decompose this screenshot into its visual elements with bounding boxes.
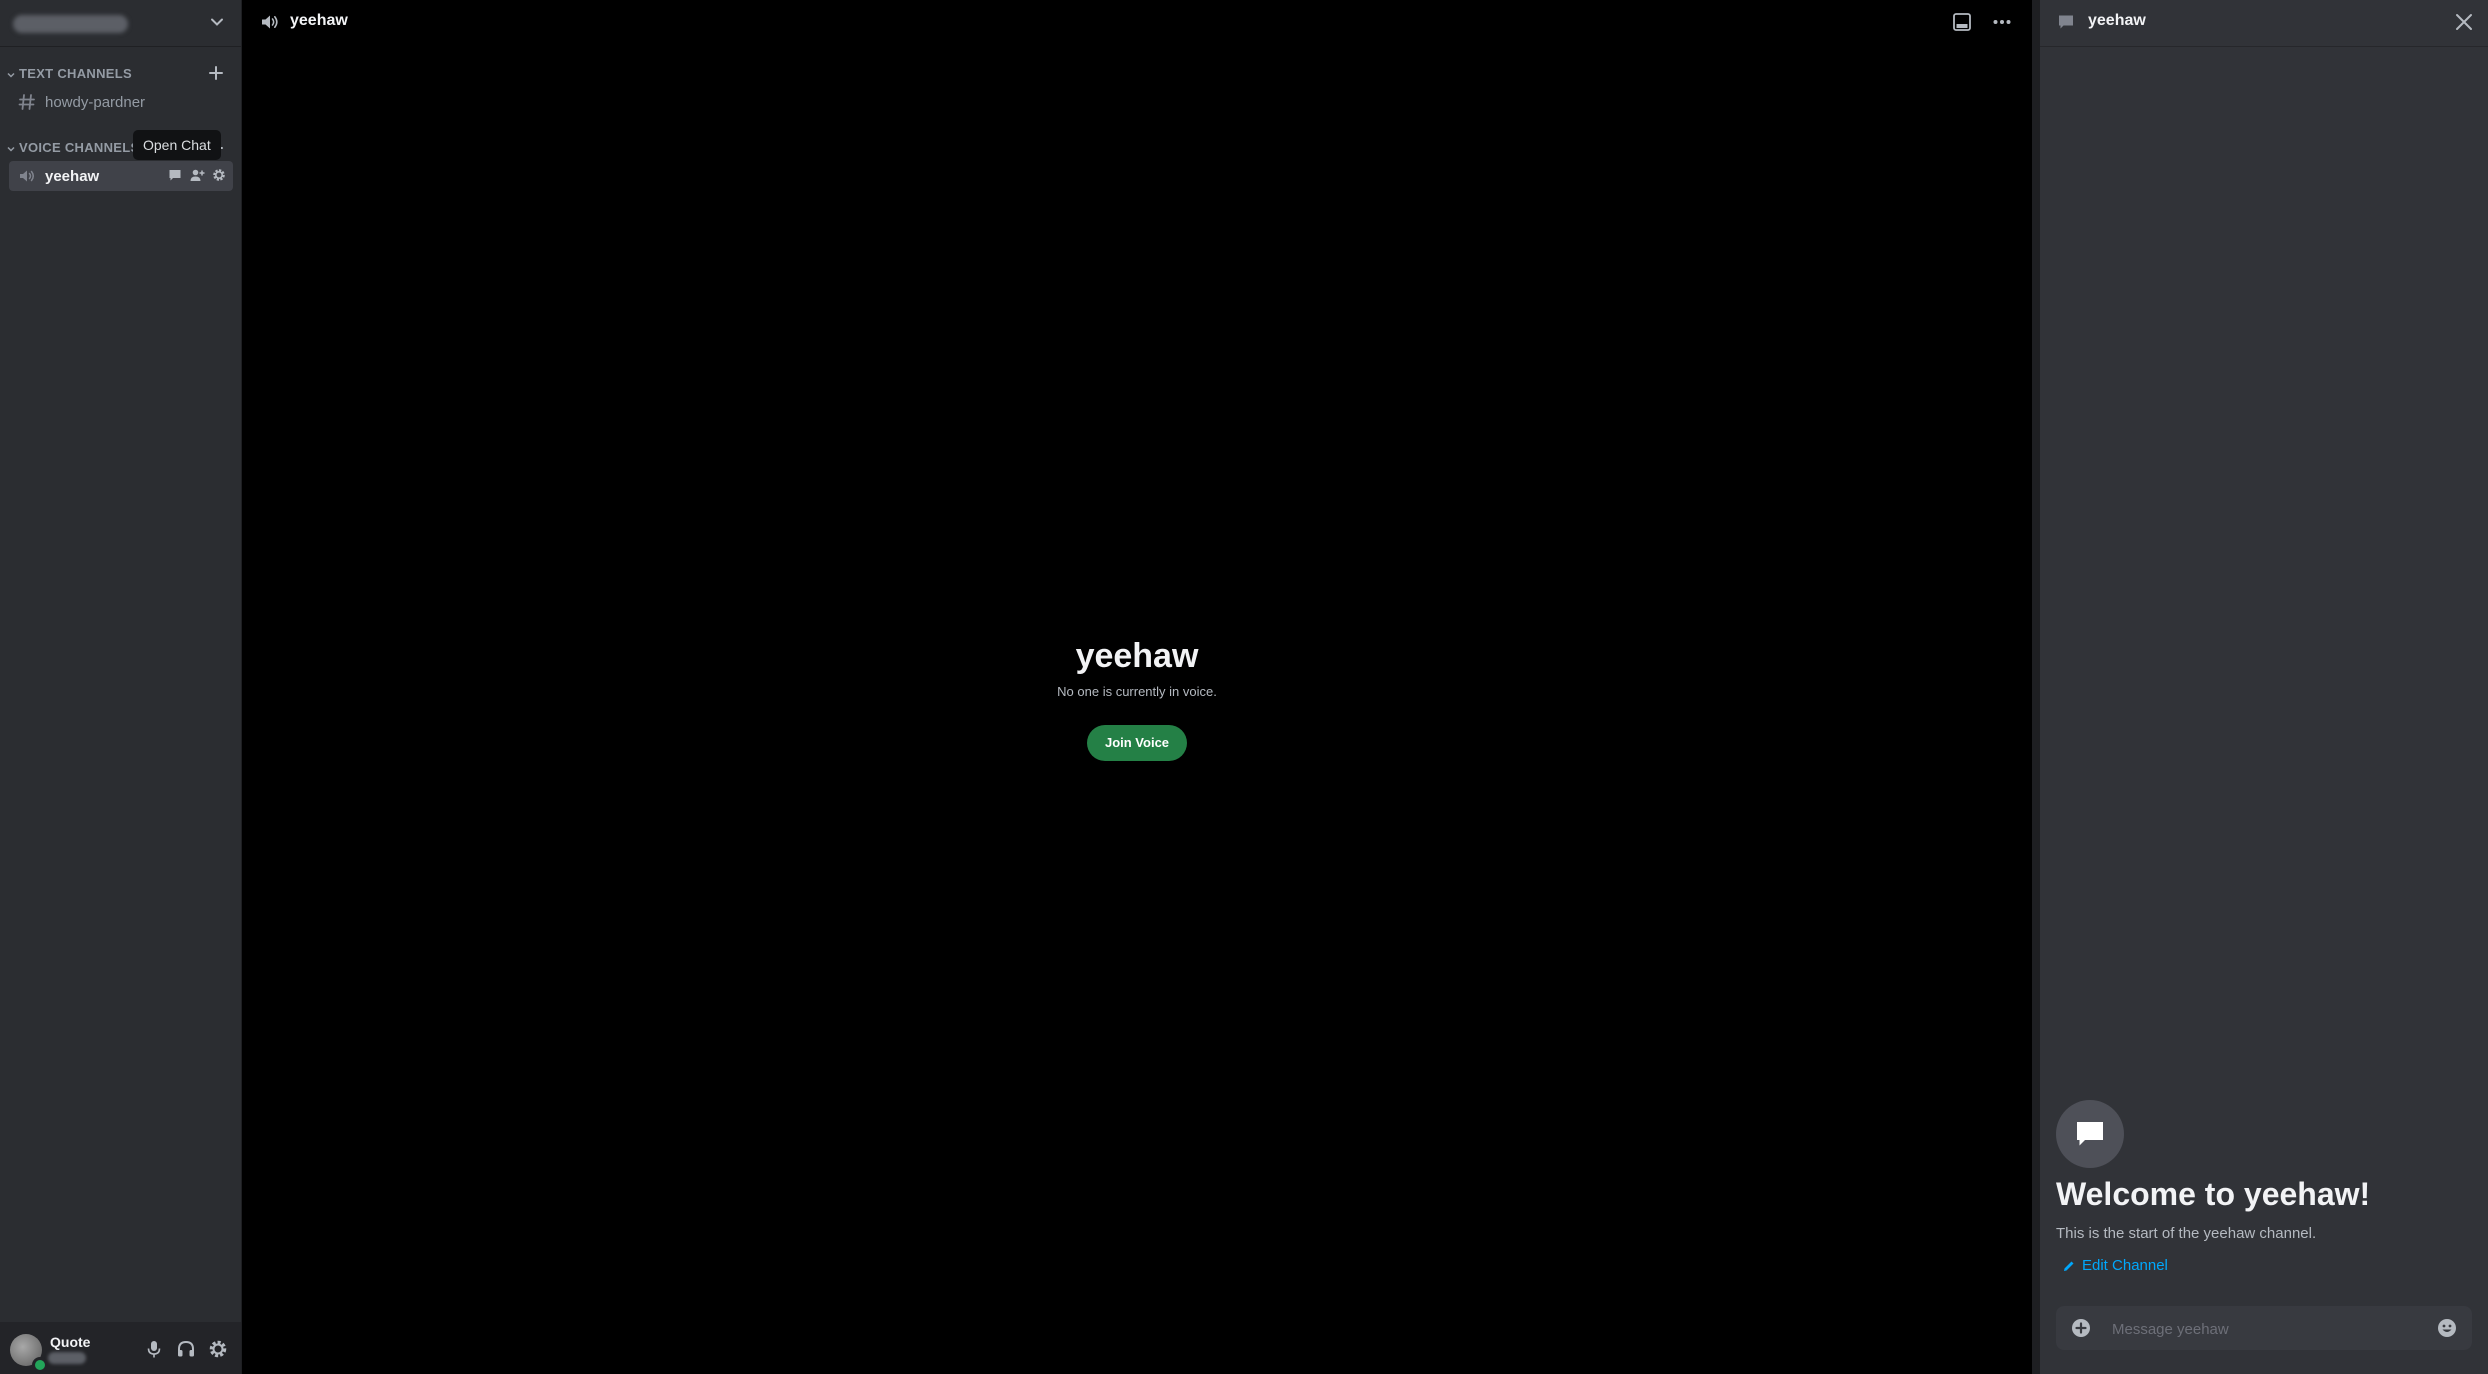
headphones-icon[interactable] [175,1338,197,1360]
chat-icon [2056,12,2076,32]
status-indicator [32,1357,48,1373]
welcome-subtitle: This is the start of the yeehaw channel. [2056,1225,2317,1242]
channel-label: howdy-pardner [45,93,146,111]
join-voice-button[interactable]: Join Voice [1086,725,1188,761]
category-label: TEXT CHANNELS [19,65,132,81]
chevron-down-icon [6,142,16,152]
chevron-down-icon [6,68,16,78]
speaker-icon [259,11,281,33]
inbox-icon[interactable] [1951,11,1973,33]
channel-yeehaw[interactable]: yeehaw [9,161,233,191]
speaker-icon [17,166,37,186]
panel-divider[interactable] [2032,0,2040,1374]
server-name [13,15,128,33]
channel-label: yeehaw [45,167,100,185]
chat-header: yeehaw [2040,0,2488,47]
category-text-channels[interactable]: TEXT CHANNELS [6,63,132,83]
chat-icon [2056,1100,2124,1168]
welcome-title: Welcome to yeehaw! [2056,1176,2371,1212]
user-panel: Quote [0,1322,241,1374]
chevron-down-icon[interactable] [208,13,226,31]
channel-title: yeehaw [290,12,348,29]
close-icon[interactable] [2452,10,2476,34]
category-voice-channels[interactable]: VOICE CHANNELS [6,137,140,157]
channel-howdy-pardner[interactable]: howdy-pardner [9,87,233,117]
message-input[interactable] [2110,1306,2414,1352]
main-header: yeehaw [242,0,2032,44]
channel-actions [167,167,227,183]
voice-channel-view: yeehaw yeehaw No one is currently in voi… [242,0,2032,1374]
message-composer [2056,1306,2472,1352]
chat-title: yeehaw [2088,12,2146,29]
category-label: VOICE CHANNELS [19,139,140,155]
chat-panel: yeehaw Welcome to yeehaw! This is the st… [2040,0,2488,1374]
voice-empty-state: yeehaw No one is currently in voice. Joi… [242,636,2032,761]
microphone-icon[interactable] [143,1338,165,1360]
edit-channel-label: Edit Channel [2082,1257,2168,1274]
gear-icon[interactable] [211,167,227,183]
add-channel-icon[interactable] [207,64,225,82]
add-attachment-icon[interactable] [2070,1317,2092,1339]
username[interactable]: Quote [50,1334,90,1350]
user-status-text [48,1352,86,1364]
invite-icon[interactable] [189,167,205,183]
emoji-icon[interactable] [2436,1317,2458,1339]
channel-sidebar: TEXT CHANNELS howdy-pardner VOICE CHANNE… [0,0,242,1374]
server-header[interactable] [0,0,241,47]
more-options-icon[interactable] [1991,11,2013,33]
gear-icon[interactable] [207,1338,229,1360]
tooltip: Open Chat [133,130,221,160]
pencil-icon [2062,1259,2076,1273]
hash-icon [17,92,37,112]
voice-status-text: No one is currently in voice. [1057,684,1217,699]
chat-icon[interactable] [167,167,183,183]
voice-channel-name: yeehaw [1075,637,1199,675]
edit-channel-link[interactable]: Edit Channel [2062,1257,2168,1274]
